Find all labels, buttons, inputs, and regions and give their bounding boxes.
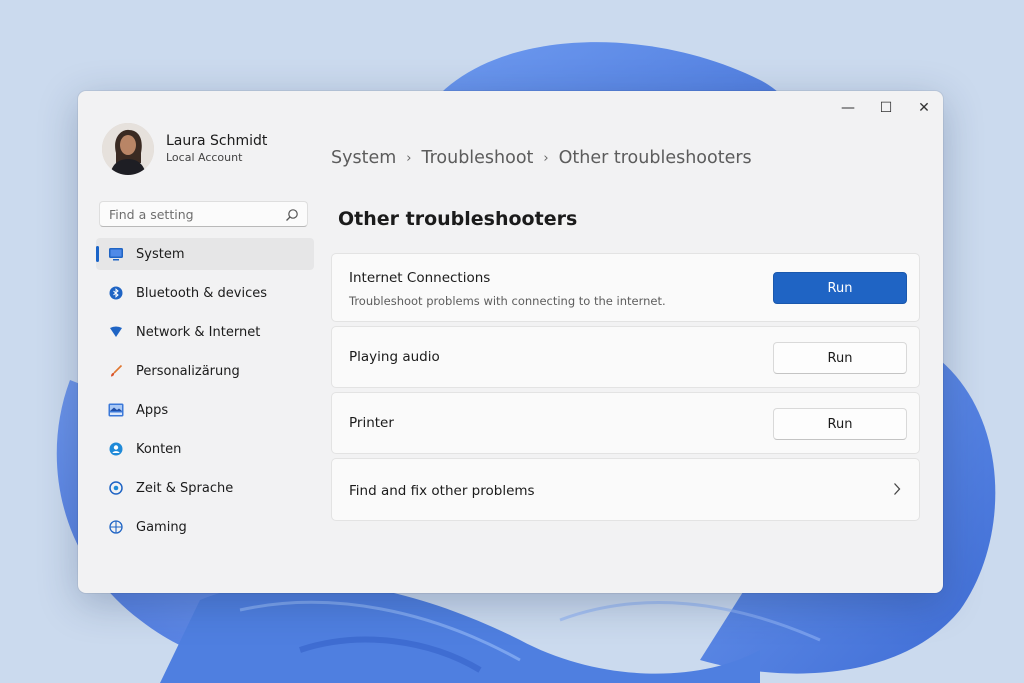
sidebar-item-personalization[interactable]: Personalizärung [96,355,314,387]
sidebar-item-bluetooth[interactable]: Bluetooth & devices [96,277,314,309]
sidebar-item-time-language[interactable]: Zeit & Sprache [96,472,314,504]
close-button[interactable]: ✕ [905,91,943,125]
profile-name: Laura Schmidt [166,133,268,149]
minimize-button[interactable]: — [829,91,867,125]
maximize-button[interactable]: ☐ [867,91,905,125]
system-icon [108,246,124,262]
run-internet-button[interactable]: Run [773,272,907,304]
brush-icon [108,363,124,379]
card-description: Troubleshoot problems with connecting to… [349,294,666,308]
sidebar-item-system[interactable]: System [96,238,314,270]
run-audio-button[interactable]: Run [773,342,907,374]
troubleshooter-card-printer: Printer Run [331,392,920,454]
gaming-icon [108,519,124,535]
card-title: Internet Connections [349,270,491,286]
user-profile[interactable]: Laura Schmidt Local Account [102,123,267,175]
sidebar-item-accounts[interactable]: Konten [96,433,314,465]
sidebar-item-label: Zeit & Sprache [136,480,234,496]
search-input[interactable] [100,202,279,226]
apps-icon [108,402,124,418]
sidebar-item-label: Konten [136,441,182,457]
sidebar-item-label: Bluetooth & devices [136,285,267,301]
breadcrumb-current: Other troubleshooters [558,148,752,168]
breadcrumb-separator: › [406,150,412,166]
bluetooth-icon [108,285,124,301]
breadcrumb-system[interactable]: System [331,148,396,168]
sidebar-nav: System Bluetooth & devices Network & Int… [96,238,314,550]
breadcrumb-troubleshoot[interactable]: Troubleshoot [421,148,533,168]
chevron-right-icon [893,481,901,500]
network-icon [108,324,124,340]
card-title: Printer [349,415,394,431]
troubleshooter-card-audio: Playing audio Run [331,326,920,388]
sidebar-item-label: System [136,246,185,262]
sidebar-item-gaming[interactable]: Gaming [96,511,314,543]
time-language-icon [108,480,124,496]
avatar [102,123,154,175]
breadcrumb: System › Troubleshoot › Other troublesho… [331,148,752,168]
sidebar-item-label: Network & Internet [136,324,261,340]
find-fix-problems-row[interactable]: Find and fix other problems [331,458,920,521]
breadcrumb-separator: › [543,150,549,166]
card-title: Playing audio [349,349,440,365]
run-printer-button[interactable]: Run [773,408,907,440]
page-title: Other troubleshooters [338,208,578,230]
sidebar-item-label: Apps [136,402,169,418]
search-icon[interactable] [285,207,299,226]
troubleshooter-card-internet: Internet Connections Troubleshoot proble… [331,253,920,322]
sidebar-item-label: Gaming [136,519,187,535]
card-title: Find and fix other problems [349,483,535,499]
profile-account-type: Local Account [166,151,243,164]
sidebar-item-network[interactable]: Network & Internet [96,316,314,348]
sidebar-item-apps[interactable]: Apps [96,394,314,426]
sidebar-item-label: Personalizärung [136,363,240,379]
search-box [99,201,308,227]
settings-window: — ☐ ✕ Laura Schmidt Local Account Find a… [78,91,943,593]
accounts-icon [108,441,124,457]
caption-buttons: — ☐ ✕ [829,91,943,125]
